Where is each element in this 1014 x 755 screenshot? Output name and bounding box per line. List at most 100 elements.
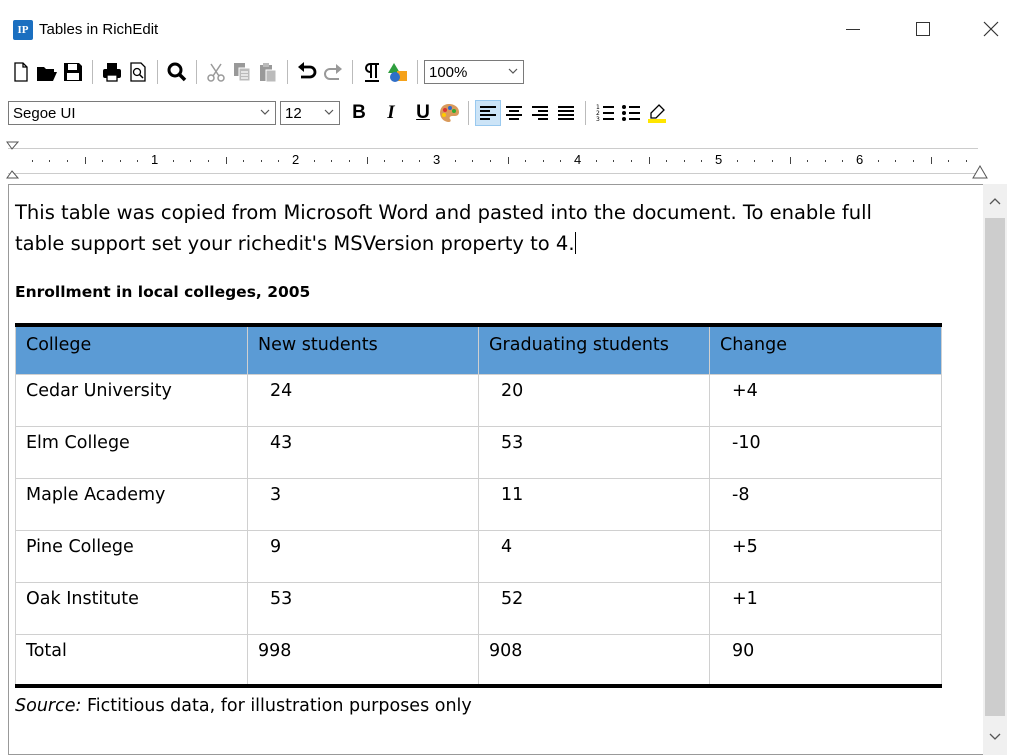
font-size-select[interactable]: 12 — [280, 101, 340, 125]
print-preview-button[interactable] — [125, 59, 151, 85]
table-cell[interactable]: 53 — [478, 425, 710, 479]
scroll-up-icon[interactable] — [987, 194, 1003, 210]
underline-button[interactable]: U — [410, 100, 436, 126]
align-right-button[interactable] — [527, 100, 553, 126]
table-cell[interactable]: Oak Institute — [15, 581, 248, 635]
zoom-select[interactable]: 100% — [424, 60, 524, 84]
table-cell[interactable]: 20 — [478, 373, 710, 427]
table-cell[interactable]: 24 — [247, 373, 479, 427]
numbered-list-icon: 123 — [596, 104, 614, 123]
align-center-button[interactable] — [501, 100, 527, 126]
table-cell[interactable]: Maple Academy — [15, 477, 248, 531]
document-area[interactable]: This table was copied from Microsoft Wor… — [8, 184, 983, 755]
align-left-button[interactable] — [475, 100, 501, 126]
open-button[interactable] — [34, 59, 60, 85]
ruler-bar: 1 2 3 4 5 6 — [8, 148, 978, 174]
ruler-number: 4 — [574, 152, 582, 167]
undo-button[interactable] — [294, 59, 320, 85]
maximize-button[interactable] — [900, 14, 946, 44]
print-button[interactable] — [99, 59, 125, 85]
ruler-tick — [366, 157, 368, 164]
table-cell[interactable]: 53 — [247, 581, 479, 635]
table-cell[interactable]: 998 — [247, 633, 479, 688]
ruler-dot — [912, 160, 914, 162]
scrollbar-thumb[interactable] — [985, 218, 1005, 716]
enrollment-table[interactable]: College New students Graduating students Ch… — [15, 323, 942, 688]
show-formatting-button[interactable] — [359, 59, 385, 85]
table-header-row: College New students Graduating students Ch… — [15, 323, 942, 375]
paste-button[interactable] — [255, 59, 281, 85]
table-cell[interactable]: 90 — [709, 633, 942, 688]
table-cell[interactable]: Total — [15, 633, 248, 688]
align-center-icon — [506, 106, 522, 120]
ruler-tick — [930, 157, 932, 164]
ruler-tick — [331, 160, 333, 162]
ruler-number: 1 — [151, 152, 159, 167]
ruler-dot — [102, 160, 104, 162]
maximize-icon — [916, 22, 930, 36]
indent-marker-icon[interactable] — [6, 141, 20, 179]
table-cell[interactable]: Elm College — [15, 425, 248, 479]
cut-button[interactable] — [203, 59, 229, 85]
minimize-button[interactable] — [830, 14, 876, 44]
table-cell[interactable]: 43 — [247, 425, 479, 479]
new-document-button[interactable] — [8, 59, 34, 85]
italic-button[interactable]: I — [378, 100, 404, 126]
table-cell[interactable]: 3 — [247, 477, 479, 531]
table-cell[interactable]: -8 — [709, 477, 942, 531]
save-button[interactable] — [60, 59, 86, 85]
window-title: Tables in RichEdit — [39, 21, 159, 38]
table-header-cell[interactable]: Change — [709, 323, 942, 375]
table-cell[interactable]: 4 — [478, 529, 710, 583]
insert-shape-button[interactable] — [385, 59, 411, 85]
font-name-select[interactable]: Segoe UI — [8, 101, 276, 125]
ruler[interactable]: 1 2 3 4 5 6 — [6, 141, 988, 179]
ruler-dot — [701, 160, 703, 162]
shapes-icon — [388, 63, 407, 82]
vertical-scrollbar[interactable] — [983, 184, 1007, 755]
ruler-tick — [895, 160, 897, 162]
table-cell[interactable]: -10 — [709, 425, 942, 479]
numbered-list-button[interactable]: 123 — [592, 100, 618, 126]
table-cell[interactable]: 52 — [478, 581, 710, 635]
close-button[interactable] — [968, 14, 1014, 44]
minimize-icon — [846, 28, 860, 30]
ruler-tick — [401, 160, 403, 162]
table-cell[interactable]: +1 — [709, 581, 942, 635]
text-color-button[interactable] — [436, 100, 462, 126]
table-cell[interactable]: 908 — [478, 633, 710, 688]
table-header-cell[interactable]: New students — [247, 323, 479, 375]
app-icon: IP — [13, 20, 33, 40]
table-row: Total 998 908 90 — [15, 633, 942, 688]
chevron-down-icon — [260, 109, 270, 115]
table-cell[interactable]: +4 — [709, 373, 942, 427]
copy-button[interactable] — [229, 59, 255, 85]
separator — [352, 60, 353, 84]
highlight-button[interactable] — [644, 100, 670, 126]
scroll-down-icon[interactable] — [987, 728, 1003, 744]
table-cell[interactable]: +5 — [709, 529, 942, 583]
table-header-cell[interactable]: College — [15, 323, 248, 375]
table-cell[interactable]: 11 — [478, 477, 710, 531]
table-heading: Enrollment in local colleges, 2005 — [15, 283, 311, 301]
table-cell[interactable]: Cedar University — [15, 373, 248, 427]
ruler-dot — [137, 160, 139, 162]
scissors-icon — [207, 63, 225, 82]
find-button[interactable] — [164, 59, 190, 85]
table-row: Cedar University 24 20 +4 — [15, 373, 942, 427]
ruler-tick — [472, 160, 474, 162]
separator — [287, 60, 288, 84]
ruler-tick — [789, 157, 791, 164]
separator — [196, 60, 197, 84]
table-cell[interactable]: 9 — [247, 529, 479, 583]
right-indent-marker-icon[interactable] — [972, 165, 988, 179]
justify-button[interactable] — [553, 100, 579, 126]
chevron-down-icon — [508, 68, 518, 74]
table-header-cell[interactable]: Graduating students — [478, 323, 710, 375]
bold-button[interactable]: B — [346, 100, 372, 126]
bullet-list-button[interactable] — [618, 100, 644, 126]
table-cell[interactable]: Pine College — [15, 529, 248, 583]
separator — [468, 101, 469, 125]
align-left-icon — [480, 106, 496, 120]
redo-button[interactable] — [320, 59, 346, 85]
